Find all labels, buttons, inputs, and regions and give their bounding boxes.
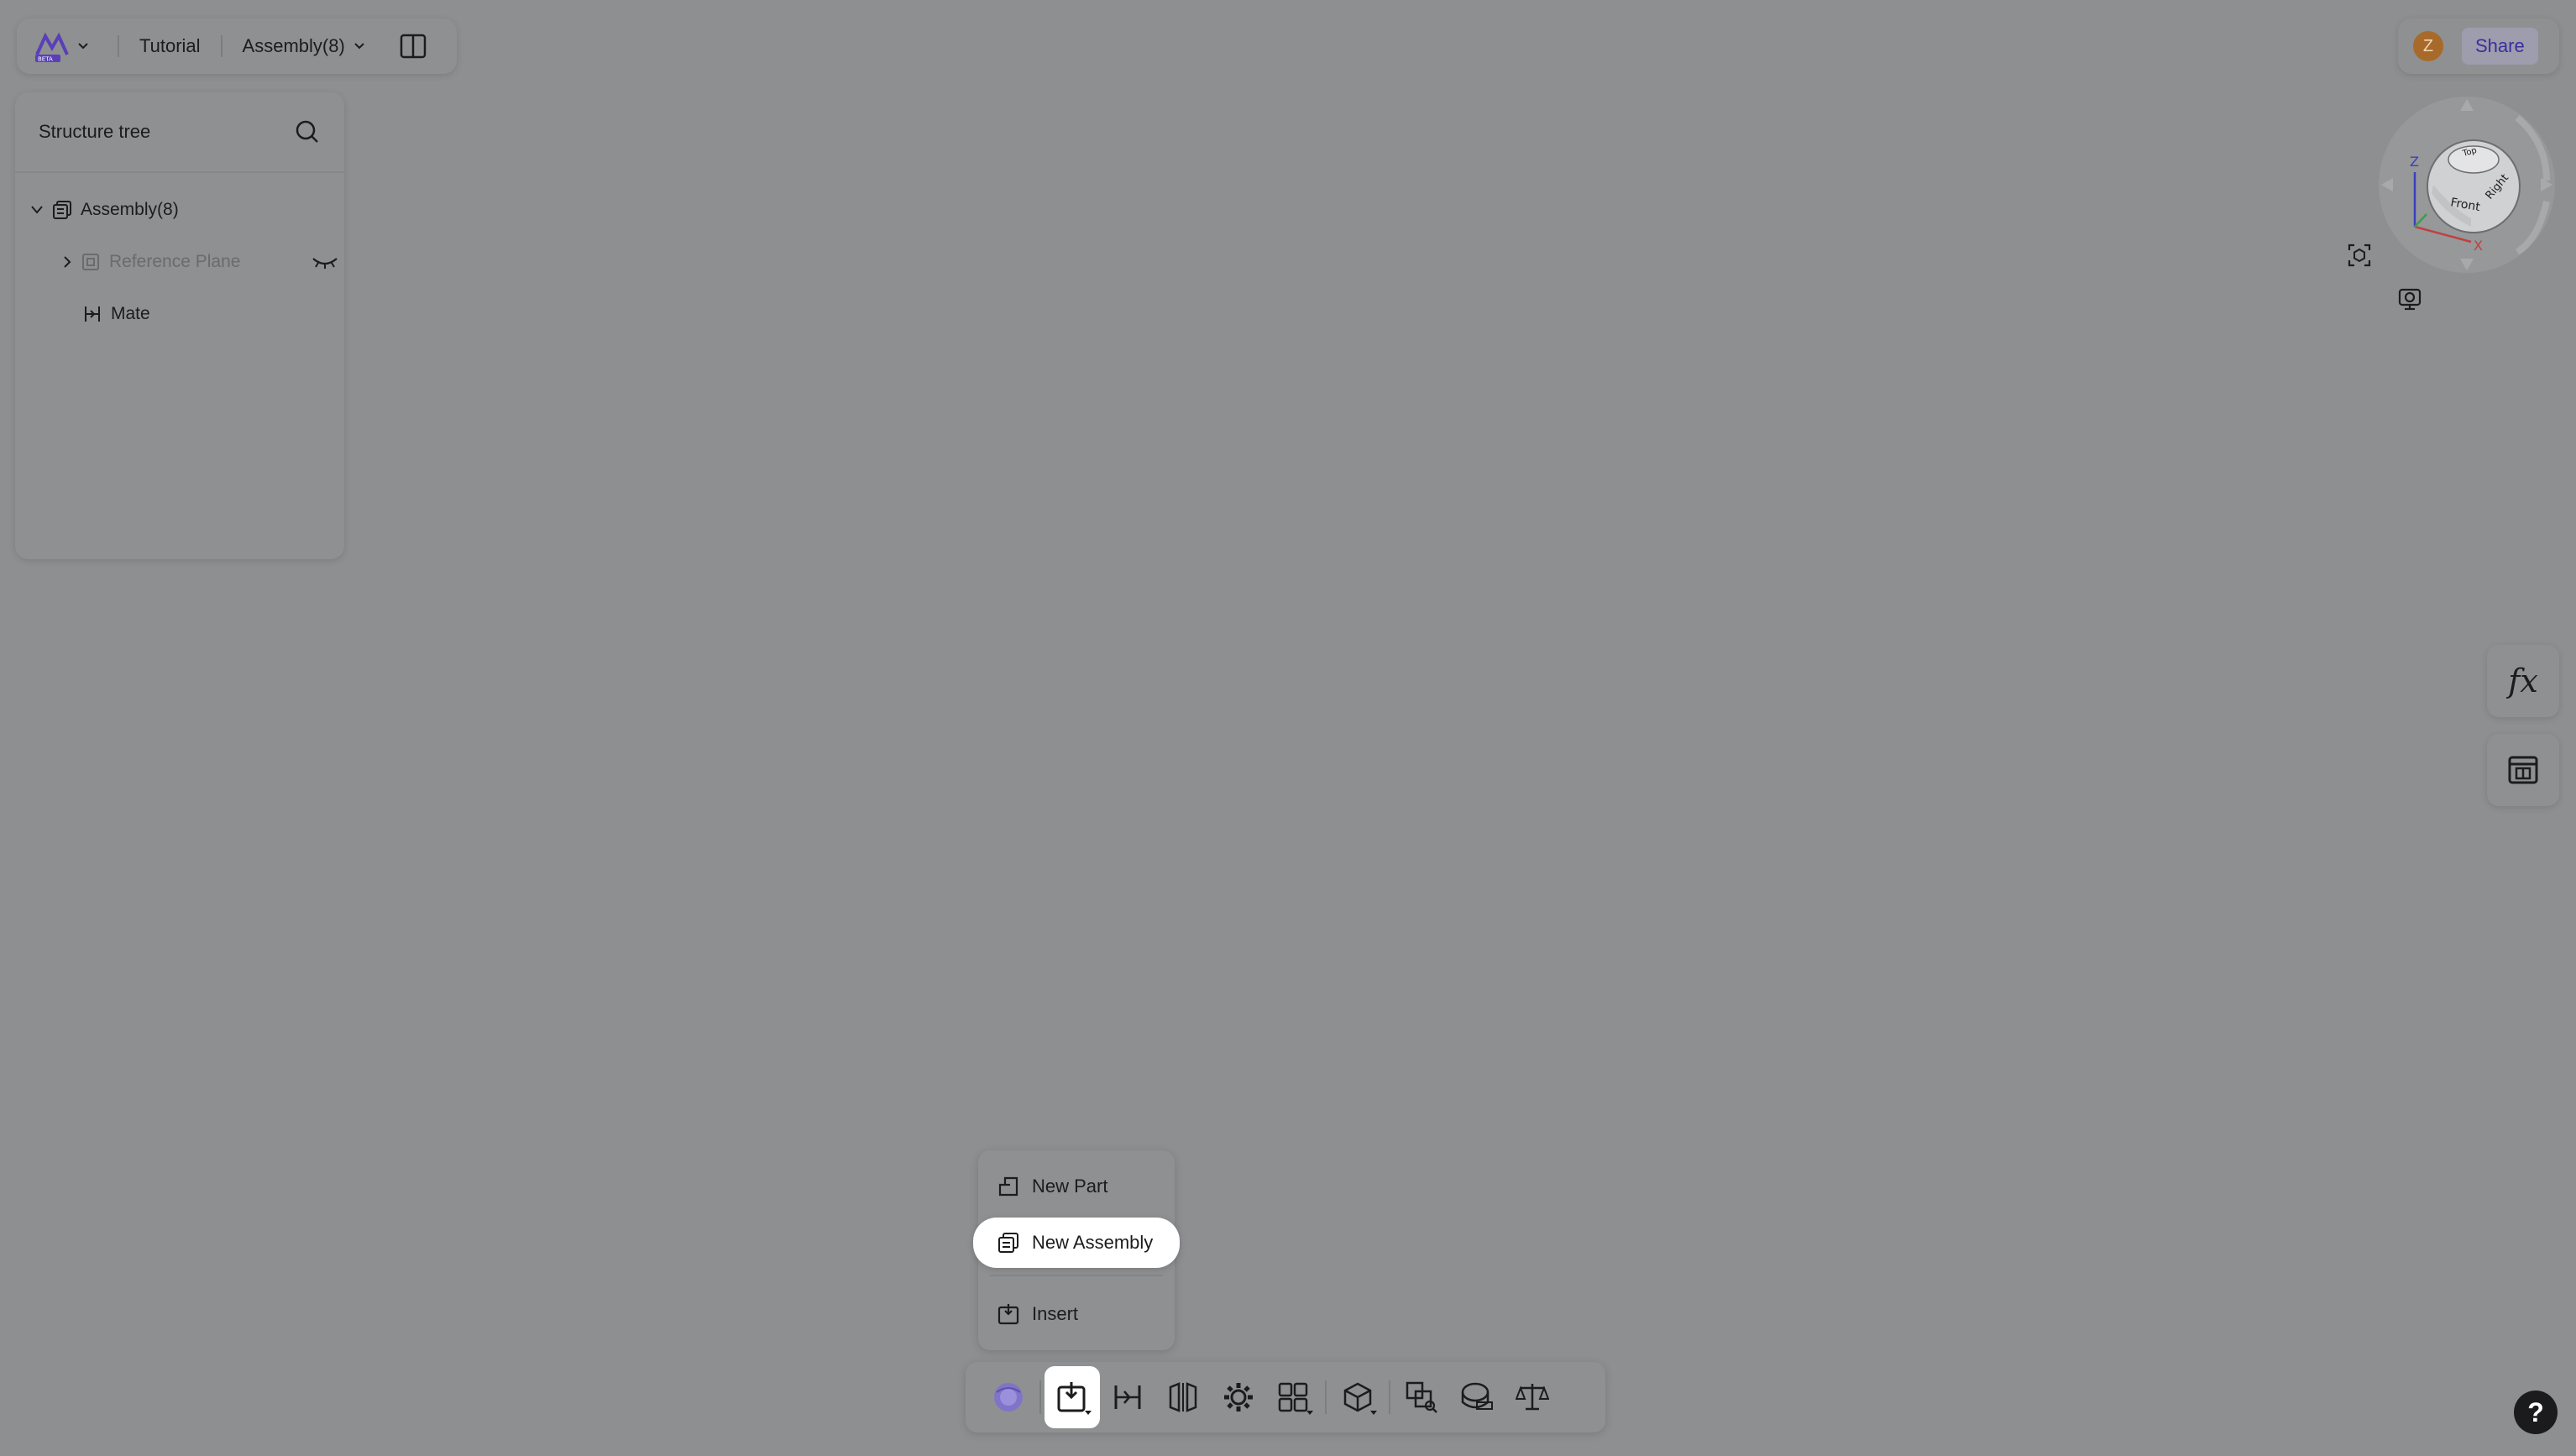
box-3d-icon [1343,1382,1372,1412]
tape-measure-icon [1461,1382,1493,1410]
project-link[interactable]: Tutorial [139,35,201,57]
menu-item-label: New Assembly [1032,1232,1154,1253]
mate-icon [85,306,100,322]
inspect-button[interactable] [1394,1366,1449,1428]
mode-orb-icon [994,1383,1023,1411]
fx-icon: fx [2508,663,2538,699]
mass-properties-button[interactable] [1505,1366,1560,1428]
pattern-button[interactable] [1155,1366,1211,1428]
create-menu: New Part New Assembly Insert [973,1150,1180,1350]
new-assembly-icon [998,1233,1018,1253]
avatar[interactable]: Z [2413,31,2443,61]
plane-icon [82,254,99,270]
create-button[interactable] [1045,1366,1100,1428]
structure-tree-header: Structure tree [15,92,344,173]
insert-icon [997,1304,1019,1325]
app-logo-menu[interactable]: BETA [34,29,97,63]
search-icon[interactable] [294,118,321,145]
bottom-toolbar [966,1362,1605,1432]
gear-button[interactable] [1211,1366,1266,1428]
fit-view-icon [2348,244,2371,267]
tree-item-label: Reference Plane [109,252,241,271]
sidebar-toggle-icon [400,34,427,59]
document-title: Assembly(8) [242,35,345,56]
chevron-down-icon [78,43,88,50]
new-part-icon [998,1176,1018,1197]
caret-icon [1370,1411,1377,1415]
view-cube[interactable]: Front Right Top Z X [2374,92,2559,277]
fit-view-button[interactable] [2343,238,2376,272]
svg-text:BETA: BETA [38,56,53,63]
view-settings-button[interactable] [2393,282,2427,316]
menu-divider [990,1275,1163,1276]
view-cube-icon[interactable]: Front Right Top Z X [2374,92,2559,277]
document-dropdown[interactable]: Assembly(8) [243,35,365,57]
components-grid-icon [1278,1382,1308,1412]
tree-item-assembly[interactable]: Assembly(8) [30,200,179,220]
divider [1325,1380,1327,1414]
divider [118,35,119,57]
svg-text:Z: Z [2410,154,2419,170]
inspect-icon [1406,1381,1437,1413]
insert-part-icon [1057,1382,1086,1412]
structure-tree-title: Structure tree [39,121,151,142]
divider [1389,1380,1390,1414]
tree-item-reference-plane[interactable]: Reference Plane [62,252,339,272]
share-button[interactable]: Share [2462,28,2538,65]
mode-button[interactable] [981,1366,1036,1428]
components-button[interactable] [1266,1366,1322,1428]
toggle-panel-button[interactable] [399,32,427,60]
app-logo-icon: BETA [35,32,69,63]
table-button[interactable] [2487,734,2559,806]
chevron-down-icon [354,43,364,50]
menu-item-insert[interactable]: Insert [978,1290,1175,1338]
chevron-right-icon[interactable] [62,255,72,269]
chevron-down-icon[interactable] [30,205,44,215]
tree-item-mate[interactable]: Mate [82,304,150,324]
menu-item-label: New Part [1032,1176,1108,1197]
box-view-button[interactable] [1330,1366,1385,1428]
svg-text:X: X [2474,238,2483,254]
formula-button[interactable]: fx [2487,645,2559,717]
camera-view-icon [2398,288,2422,311]
mirror-icon [1169,1382,1197,1412]
tree-item-label: Mate [111,304,150,323]
divider [220,35,223,57]
top-bar: BETA Tutorial Assembly(8) [17,18,457,74]
share-area: Z Share [2398,18,2559,74]
help-button[interactable]: ? [2514,1391,2558,1434]
structure-tree-panel: Structure tree Assembly(8) Reference Pla… [15,92,344,559]
caret-icon [1306,1411,1313,1415]
caret-icon [1085,1411,1092,1415]
assembly-icon [53,201,71,219]
tree-item-label: Assembly(8) [81,200,179,219]
table-icon [2508,756,2538,784]
divider [1039,1380,1041,1414]
menu-item-label: Insert [1032,1303,1079,1324]
gear-icon [1224,1383,1253,1411]
measure-button[interactable] [1449,1366,1505,1428]
balance-scale-icon [1516,1384,1549,1411]
mate-icon [1114,1385,1141,1409]
menu-item-new-part[interactable]: New Part [978,1162,1175,1211]
mate-button[interactable] [1100,1366,1155,1428]
menu-item-new-assembly[interactable]: New Assembly [973,1218,1180,1268]
eye-closed-icon[interactable] [311,254,339,270]
